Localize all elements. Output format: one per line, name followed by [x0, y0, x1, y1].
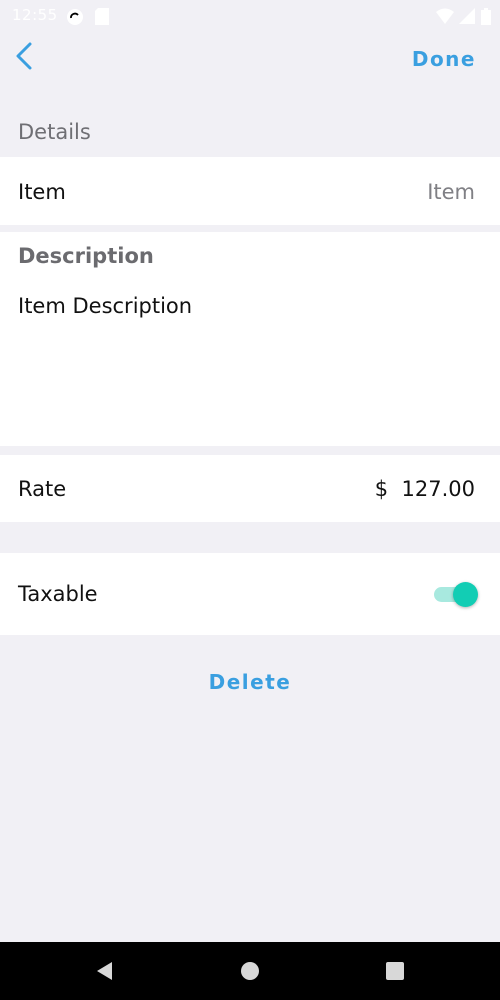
description-field[interactable]: Description Item Description: [0, 232, 500, 446]
taxable-row: Taxable: [0, 553, 500, 635]
rate-currency: $: [374, 477, 389, 501]
chevron-left-icon: [16, 42, 32, 70]
top-bar: Done: [0, 32, 500, 92]
sd-card-icon: [95, 8, 109, 25]
description-input[interactable]: Item Description: [18, 294, 192, 318]
section-title-details: Details: [18, 120, 91, 144]
taxable-toggle[interactable]: [434, 581, 478, 607]
item-label: Item: [18, 180, 66, 204]
status-time: 12:55: [12, 6, 58, 24]
delete-button[interactable]: Delete: [0, 670, 500, 694]
rate-value: 127.00: [401, 477, 475, 501]
rate-label: Rate: [18, 477, 67, 501]
wifi-icon: [436, 8, 454, 24]
rate-row[interactable]: Rate $ 127.00: [0, 455, 500, 522]
status-bar: 12:55: [0, 0, 500, 32]
taxable-label: Taxable: [18, 582, 98, 606]
back-triangle-icon[interactable]: [94, 960, 116, 982]
battery-icon: [481, 8, 491, 25]
description-title: Description: [18, 244, 154, 268]
cellular-signal-icon: [459, 8, 475, 24]
recents-square-icon[interactable]: [384, 960, 406, 982]
done-button[interactable]: Done: [412, 47, 476, 71]
rate-input[interactable]: $ 127.00: [375, 477, 475, 501]
item-row[interactable]: Item Item: [0, 157, 500, 225]
system-nav-bar: [0, 942, 500, 1000]
toggle-thumb: [453, 582, 478, 607]
item-input[interactable]: Item: [427, 180, 475, 204]
cloud-sync-icon: [67, 9, 83, 25]
back-button[interactable]: [10, 40, 42, 72]
home-circle-icon[interactable]: [239, 960, 261, 982]
